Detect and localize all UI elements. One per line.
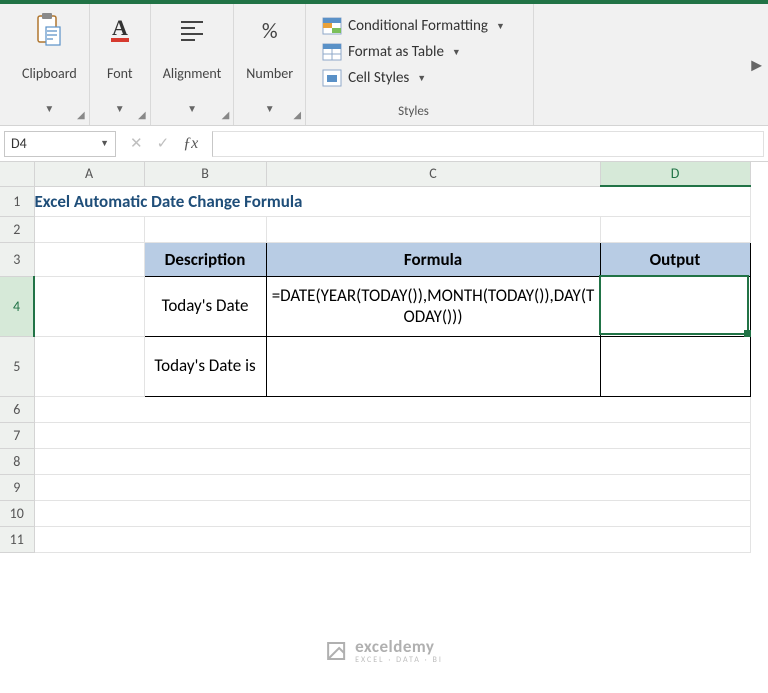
row-header-7[interactable]: 7 — [0, 422, 34, 448]
watermark-tagline: EXCEL · DATA · BI — [355, 655, 443, 665]
row-header-10[interactable]: 10 — [0, 500, 34, 526]
cell-D4[interactable] — [600, 276, 750, 336]
table-header-description[interactable]: Description — [144, 242, 266, 276]
dialog-launcher-icon[interactable]: ◢ — [77, 108, 85, 121]
worksheet[interactable]: A B C D 1 Excel Automatic Date Change Fo… — [0, 162, 768, 693]
row-header-4[interactable]: 4 — [0, 276, 34, 336]
cell-A5[interactable] — [34, 336, 144, 396]
group-font[interactable]: A Font ▼ ◢ — [90, 4, 151, 125]
font-icon: A — [102, 12, 138, 48]
cell-B4[interactable]: Today's Date — [144, 276, 266, 336]
conditional-formatting-icon — [322, 17, 342, 35]
cell-B2[interactable] — [144, 216, 266, 242]
watermark: exceldemy EXCEL · DATA · BI — [325, 636, 443, 665]
col-header-A[interactable]: A — [34, 162, 144, 186]
group-clipboard-label: Clipboard — [22, 66, 77, 81]
format-table-label: Format as Table — [348, 43, 444, 61]
row-6[interactable] — [34, 396, 750, 422]
dropdown-icon[interactable]: ▼ — [265, 102, 275, 115]
dialog-launcher-icon[interactable]: ◢ — [222, 108, 230, 121]
row-7[interactable] — [34, 422, 750, 448]
format-table-icon — [322, 43, 342, 61]
cell-D2[interactable] — [600, 216, 750, 242]
watermark-name: exceldemy — [355, 636, 434, 657]
group-font-label: Font — [107, 66, 133, 81]
group-styles: Conditional Formatting ▼ Format as Table… — [306, 4, 534, 125]
row-header-5[interactable]: 5 — [0, 336, 34, 396]
row-8[interactable] — [34, 448, 750, 474]
conditional-formatting-button[interactable]: Conditional Formatting ▼ — [318, 16, 509, 36]
fx-icon[interactable]: ƒx — [183, 135, 198, 153]
cell-D5[interactable] — [600, 336, 750, 396]
row-header-8[interactable]: 8 — [0, 448, 34, 474]
cell-A2[interactable] — [34, 216, 144, 242]
ribbon: Clipboard ▼ ◢ A Font ▼ ◢ Alignment ▼ ◢ %… — [0, 0, 768, 126]
col-header-C[interactable]: C — [266, 162, 600, 186]
row-header-1[interactable]: 1 — [0, 186, 34, 216]
group-number-label: Number — [246, 66, 293, 81]
group-alignment[interactable]: Alignment ▼ ◢ — [151, 4, 235, 125]
dropdown-icon[interactable]: ▼ — [187, 102, 197, 115]
dropdown-icon[interactable]: ▼ — [115, 102, 125, 115]
col-header-D[interactable]: D — [600, 162, 750, 186]
cancel-icon: ✕ — [130, 134, 143, 153]
row-header-9[interactable]: 9 — [0, 474, 34, 500]
name-box[interactable]: D4 ▼ — [4, 131, 116, 157]
select-all-triangle[interactable] — [0, 162, 34, 186]
dropdown-icon[interactable]: ▼ — [452, 47, 461, 58]
alignment-icon — [174, 12, 210, 48]
cell-styles-icon — [322, 69, 342, 87]
table-header-output[interactable]: Output — [600, 242, 750, 276]
sheet-title[interactable]: Excel Automatic Date Change Formula — [34, 186, 750, 216]
row-11[interactable] — [34, 526, 750, 552]
watermark-icon — [325, 640, 347, 662]
row-10[interactable] — [34, 500, 750, 526]
dialog-launcher-icon[interactable]: ◢ — [138, 108, 146, 121]
cell-C5[interactable] — [266, 336, 600, 396]
group-alignment-label: Alignment — [163, 66, 222, 81]
row-header-6[interactable]: 6 — [0, 396, 34, 422]
formula-bar-row: D4 ▼ ✕ ✓ ƒx — [0, 126, 768, 162]
cell-C2[interactable] — [266, 216, 600, 242]
cell-A4[interactable] — [34, 276, 144, 336]
name-box-value: D4 — [11, 135, 27, 152]
dropdown-icon[interactable]: ▼ — [44, 102, 54, 115]
clipboard-icon — [31, 12, 67, 48]
table-header-formula[interactable]: Formula — [266, 242, 600, 276]
chevron-down-icon[interactable]: ▼ — [100, 138, 109, 149]
group-styles-label: Styles — [318, 104, 509, 123]
cell-C4[interactable]: =DATE(YEAR(TODAY()),MONTH(TODAY()),DAY(T… — [266, 276, 600, 336]
dialog-launcher-icon[interactable]: ◢ — [293, 108, 301, 121]
cell-styles-label: Cell Styles — [348, 69, 409, 87]
percent-icon: % — [252, 12, 288, 48]
format-as-table-button[interactable]: Format as Table ▼ — [318, 42, 465, 62]
grid: A B C D 1 Excel Automatic Date Change Fo… — [0, 162, 751, 553]
col-header-B[interactable]: B — [144, 162, 266, 186]
formula-input[interactable] — [212, 131, 764, 157]
cell-styles-button[interactable]: Cell Styles ▼ — [318, 68, 430, 88]
svg-text:A: A — [112, 15, 128, 40]
row-header-11[interactable]: 11 — [0, 526, 34, 552]
row-header-3[interactable]: 3 — [0, 242, 34, 276]
group-clipboard[interactable]: Clipboard ▼ ◢ — [10, 4, 90, 125]
conditional-formatting-label: Conditional Formatting — [348, 17, 488, 35]
group-number[interactable]: % Number ▼ ◢ — [234, 4, 306, 125]
cell-A3[interactable] — [34, 242, 144, 276]
row-9[interactable] — [34, 474, 750, 500]
ribbon-scroll-right-icon[interactable]: ▶ — [751, 56, 762, 73]
dropdown-icon[interactable]: ▼ — [417, 73, 426, 84]
dropdown-icon[interactable]: ▼ — [496, 21, 505, 32]
cell-B5[interactable]: Today's Date is — [144, 336, 266, 396]
enter-icon: ✓ — [157, 134, 170, 153]
row-header-2[interactable]: 2 — [0, 216, 34, 242]
